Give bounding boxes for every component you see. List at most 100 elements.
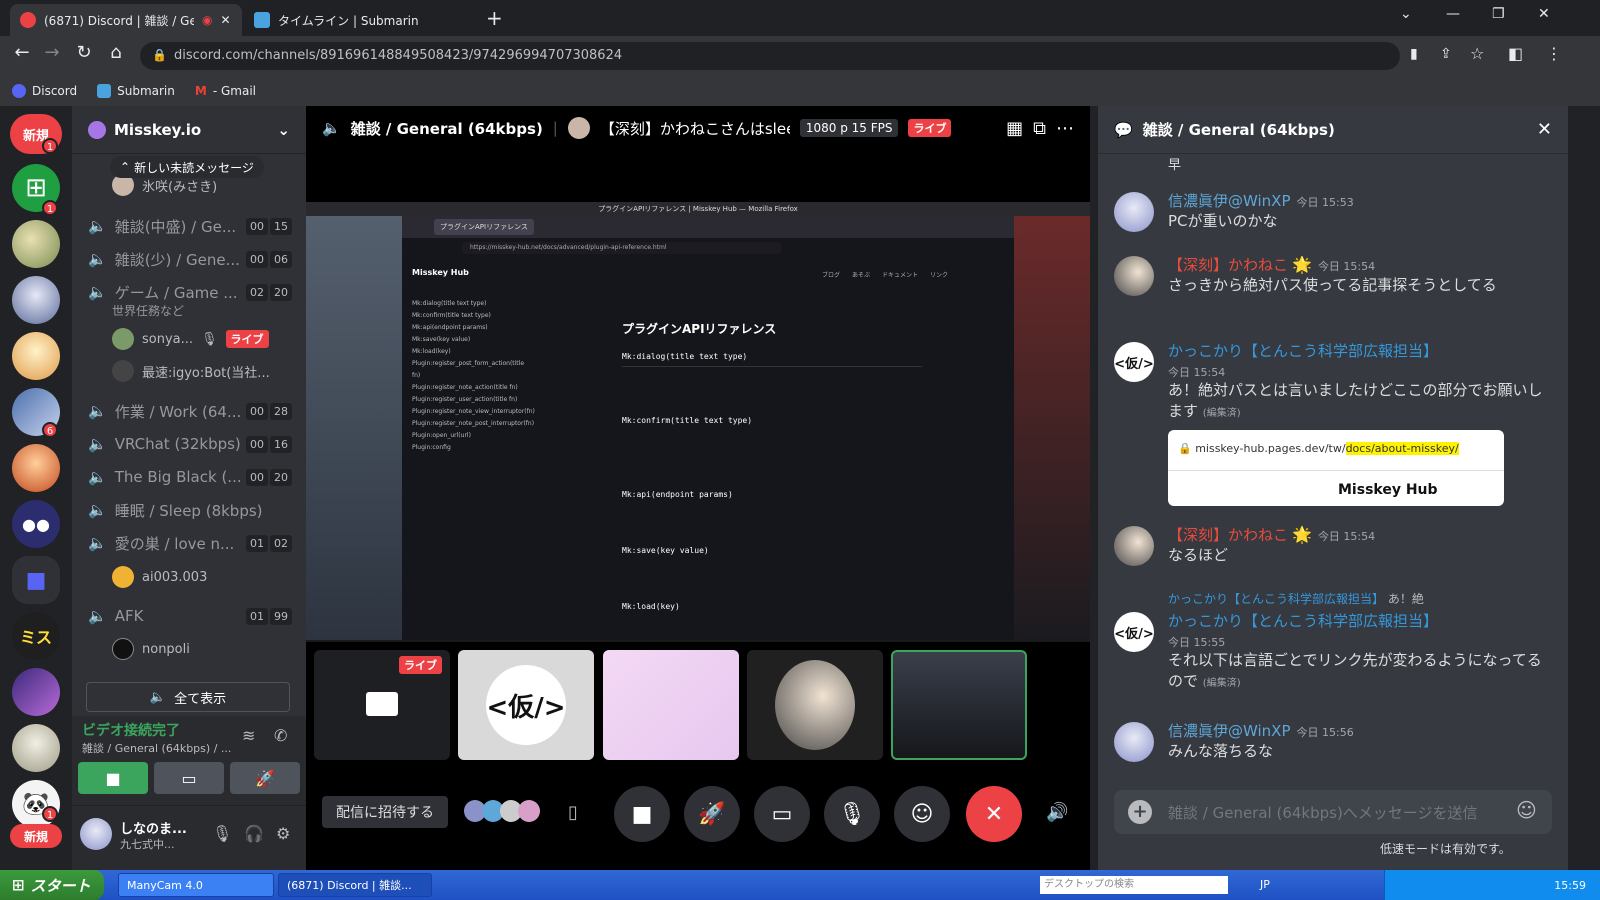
reply-preview[interactable]: かっこかり【とんこう科学部広報担当】 あ！絶 [1168,590,1548,607]
camera-button[interactable]: ■ [78,762,148,794]
bookmark-star-icon[interactable]: ☆ [1470,44,1484,63]
ime-indicator[interactable]: JP [1260,878,1270,891]
server-icon-anime[interactable] [12,276,60,324]
voice-channel[interactable]: 🔈 睡眠 / Sleep (8kbps) [80,494,298,526]
participant-tile-screen[interactable] [891,650,1027,760]
mute-mic-icon[interactable]: 🎙 [212,824,232,843]
avatar[interactable] [1114,526,1154,566]
settings-gear-icon[interactable]: ⚙ [276,824,290,843]
back-icon[interactable]: ← [10,42,34,63]
voice-user[interactable]: nonpoli [112,636,292,662]
activity-button[interactable]: 🚀 [684,786,740,842]
grid-view-icon[interactable]: ▦ [1006,118,1023,139]
participant-tile-kawaneko[interactable] [747,650,883,760]
guild-header[interactable]: Misskey.io ⌄ [72,106,306,154]
restore-icon[interactable]: ❐ [1492,6,1505,22]
browser-tab-submarin[interactable]: タイムライン | Submarin [244,4,472,36]
chat-message[interactable]: かっこかり【とんこう科学部広報担当】 あ！絶 <仮/> かっこかり【とんこう科学… [1114,590,1554,694]
server-icon-folder-group[interactable]: ●● [12,500,60,548]
message-author[interactable]: かっこかり【とんこう科学部広報担当】 [1168,342,1438,360]
voice-channel[interactable]: 🔈 VRChat (32kbps) 00 16 [80,428,298,460]
message-author[interactable]: 信濃眞伊@WinXP [1168,192,1291,210]
minimize-icon[interactable]: — [1446,6,1460,22]
avatar[interactable] [1114,192,1154,232]
tray-clock[interactable]: 15:59 [1554,879,1586,892]
chat-message[interactable]: <仮/> かっこかり【とんこう科学部広報担当】 今日 15:54 あ！絶対パスと… [1114,340,1554,506]
folder-icon[interactable]: ■ [12,556,60,604]
avatar[interactable]: <仮/> [1114,612,1154,652]
voice-channel[interactable]: 🔈 雑談(中盛) / Ge... 00 15 [80,210,298,242]
server-icon-white[interactable] [12,724,60,772]
bookmark-discord[interactable]: Discord [12,84,77,98]
taskbar-item-manycam[interactable]: ManyCam 4.0 [118,873,274,897]
activity-button[interactable]: 🚀 [230,762,300,794]
close-tab-icon[interactable]: ✕ [220,13,230,27]
message-author[interactable]: 【深刻】かわねこ [1168,526,1288,544]
voice-user[interactable]: 最速:igyo:Bot(当社... [112,358,292,384]
message-author[interactable]: 【深刻】かわねこ [1168,256,1288,274]
close-window-icon[interactable]: ✕ [1538,6,1550,22]
chat-message[interactable]: 信濃眞伊@WinXP 今日 15:56 みんな落ちるな [1114,720,1554,762]
new-servers-badge-bottom[interactable]: 新規 [10,824,62,848]
chat-message[interactable]: 【深刻】かわねこ 🌟 今日 15:54 なるほど [1114,524,1554,566]
desktop-search-input[interactable]: デスクトップの検索 [1040,876,1228,894]
voice-channel[interactable]: 🔈 雑談(少) / Gene... 00 06 [80,243,298,275]
forward-icon[interactable]: → [40,42,64,63]
popout-icon[interactable]: ⧉ [1033,118,1046,139]
new-unread-messages-pill[interactable]: ⌃ 新しい未読メッセージ [110,156,264,178]
headphones-icon[interactable]: 🎧 [244,824,264,843]
home-icon[interactable]: ⌂ [104,42,128,63]
volume-icon[interactable]: 🔊 [1046,802,1068,823]
screen-share-button[interactable]: ▭ [754,786,810,842]
invite-to-stream-button[interactable]: 配信に招待する [322,796,448,828]
mute-button[interactable]: 🎙 [824,786,880,842]
embed-url[interactable]: 🔒 misskey-hub.pages.dev/tw/docs/about-mi… [1178,442,1459,455]
server-icon-flower[interactable] [12,220,60,268]
add-attachment-icon[interactable]: + [1128,800,1152,824]
camera-toggle-button[interactable]: ■ [614,786,670,842]
voice-channel[interactable]: 🔈 作業 / Work (64... 00 28 [80,395,298,427]
voice-channel[interactable]: 🔈 AFK 01 99 [80,600,298,632]
stop-stream-button[interactable]: ✕ [966,786,1022,842]
message-author[interactable]: かっこかり【とんこう科学部広報担当】 [1168,612,1438,630]
camera-icon[interactable]: ▮ [1410,46,1418,62]
server-icon-blonde[interactable] [12,332,60,380]
emoji-picker-icon[interactable]: ☺ [1516,798,1537,822]
new-tab-icon[interactable]: + [486,6,503,30]
shared-screen[interactable]: プラグインAPIリファレンス | Misskey Hub — Mozilla F… [306,202,1090,642]
message-input[interactable]: 雑談 / General (64kbps)へメッセージを送信 [1114,790,1552,834]
server-icon-night[interactable] [12,668,60,716]
link-embed[interactable]: 🔒 misskey-hub.pages.dev/tw/docs/about-mi… [1168,430,1504,506]
browser-tab-discord[interactable]: (6871) Discord | 雑談 / Gene ◉ ✕ [10,4,242,36]
more-dots-icon[interactable]: ⋯ [1056,118,1074,139]
popout-device-icon[interactable]: ▯ [568,802,578,823]
participant-tile-character[interactable] [603,650,739,760]
voice-channel-name[interactable]: 雑談 / General (64kbps) / ... [82,740,232,756]
message-author[interactable]: 信濃眞伊@WinXP [1168,722,1291,740]
tab-search-icon[interactable]: ⌄ [1400,6,1412,22]
avatar[interactable] [1114,722,1154,762]
voice-channel[interactable]: 🔈 The Big Black (... 00 20 [80,461,298,493]
avatar[interactable]: <仮/> [1114,342,1154,382]
bookmark-gmail[interactable]: M - Gmail [195,84,256,98]
bookmark-submarin[interactable]: Submarin [97,84,175,98]
chat-message[interactable]: 信濃眞伊@WinXP 今日 15:53 PCが重いのかな [1114,190,1554,232]
screen-share-button[interactable]: ▭ [154,762,224,794]
server-icon-mis[interactable]: ミス [12,612,60,660]
participant-tile-stream[interactable]: ライブ [314,650,450,760]
my-avatar[interactable] [80,818,112,850]
noise-suppression-icon[interactable]: ≋ [242,726,255,745]
close-icon[interactable]: ✕ [1537,119,1552,140]
taskbar-item-discord[interactable]: (6871) Discord | 雑談... [278,873,432,897]
avatar[interactable] [1114,256,1154,296]
server-icon-redhair[interactable] [12,444,60,492]
chat-message[interactable]: 【深刻】かわねこ 🌟 今日 15:54 さっきから絶対パス使ってる記事探そうとしてる [1114,254,1554,296]
show-all-button[interactable]: 🔈 全て表示 [86,682,290,712]
emoji-button[interactable]: ☺ [894,786,950,842]
disconnect-icon[interactable]: ✆ [274,726,287,745]
participant-tile-kakkokari[interactable]: <仮/> [458,650,594,760]
start-button[interactable]: ⊞ スタート [0,870,104,900]
voice-user[interactable]: sonya... 🎙 ライブ [112,326,292,352]
side-panel-icon[interactable]: ◧ [1508,44,1523,63]
share-icon[interactable]: ⇪ [1440,46,1452,62]
